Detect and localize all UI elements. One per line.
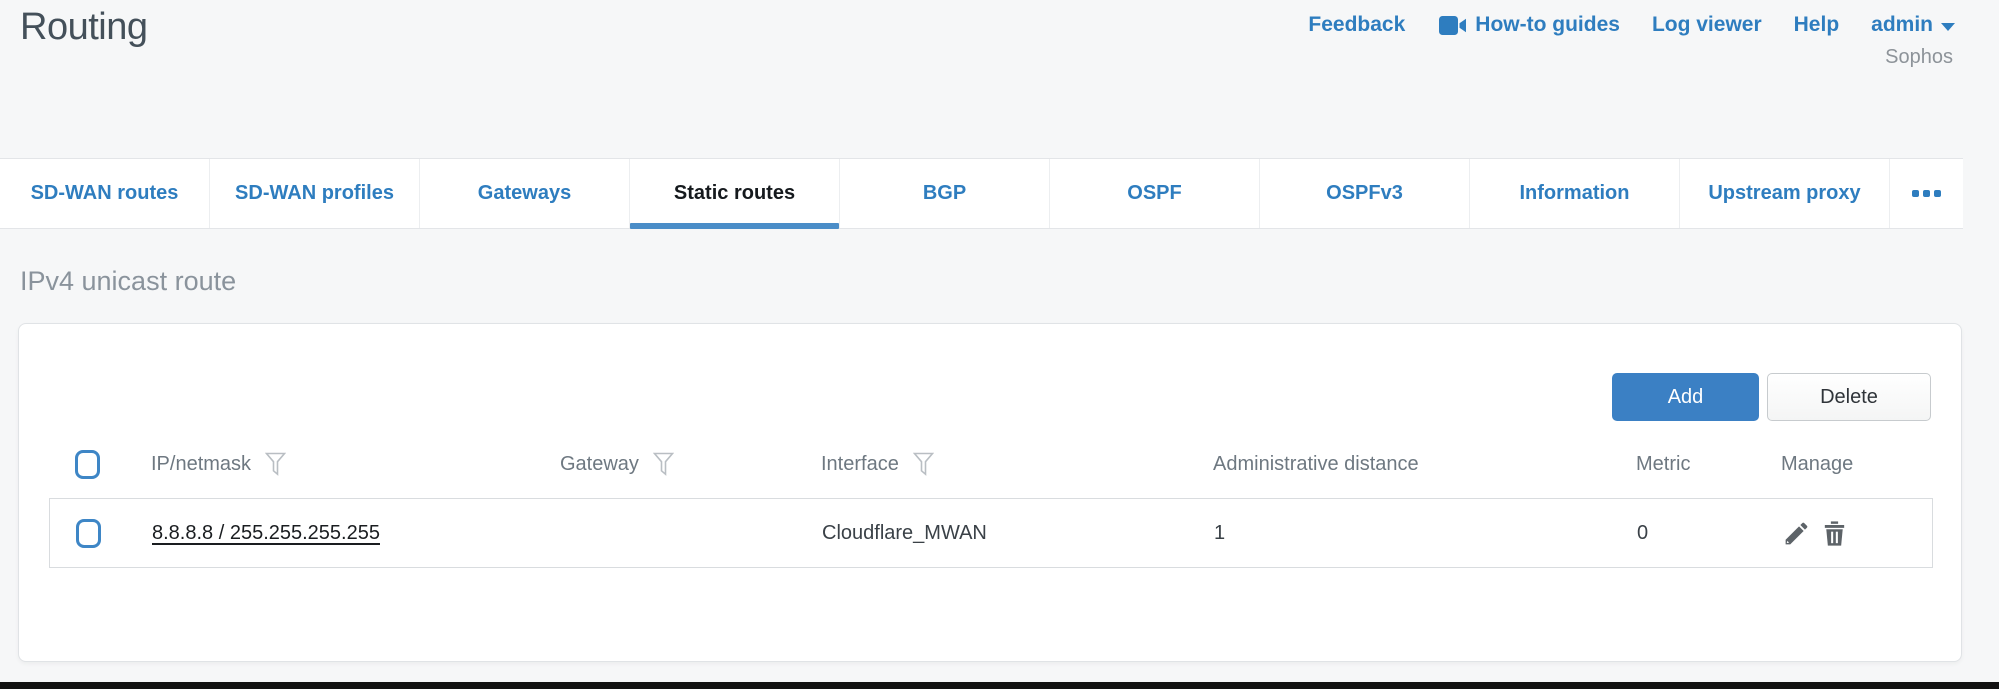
- tab-ospf[interactable]: OSPF: [1050, 159, 1260, 228]
- feedback-link[interactable]: Feedback: [1308, 13, 1405, 37]
- table-row: 8.8.8.8 / 255.255.255.255 Cloudflare_MWA…: [49, 498, 1933, 568]
- chevron-down-icon: [1941, 23, 1955, 31]
- top-utility-nav: Feedback How-to guides Log viewer Help a…: [1308, 13, 1955, 37]
- tab-upstream-proxy[interactable]: Upstream proxy: [1680, 159, 1890, 228]
- tab-ospfv3[interactable]: OSPFv3: [1260, 159, 1470, 228]
- delete-trash-icon[interactable]: [1820, 519, 1849, 548]
- tab-gateways[interactable]: Gateways: [420, 159, 630, 228]
- header-gateway-label: Gateway: [560, 453, 639, 476]
- window-bottom-edge: [0, 682, 1999, 689]
- table-toolbar: Add Delete: [1612, 373, 1931, 421]
- ipv4-route-card: Add Delete IP/netmask Gateway Interfac: [18, 323, 1962, 662]
- row-checkbox[interactable]: [76, 519, 101, 548]
- ellipsis-icon: [1912, 190, 1919, 197]
- header-ip-netmask: IP/netmask: [121, 452, 530, 477]
- select-all-checkbox[interactable]: [75, 450, 100, 479]
- filter-funnel-icon[interactable]: [913, 452, 934, 477]
- header-admin-distance-label: Administrative distance: [1213, 453, 1419, 476]
- row-checkbox-cell: [50, 519, 122, 548]
- header-manage-label: Manage: [1781, 453, 1853, 476]
- routing-page: Routing Feedback How-to guides Log viewe…: [0, 0, 1999, 689]
- tab-static-routes[interactable]: Static routes: [630, 159, 840, 228]
- table-header-row: IP/netmask Gateway Interface Administrat…: [49, 437, 1933, 492]
- edit-pencil-icon[interactable]: [1782, 519, 1811, 548]
- header-checkbox-cell: [49, 450, 121, 479]
- tab-bgp[interactable]: BGP: [840, 159, 1050, 228]
- header-metric-label: Metric: [1636, 453, 1690, 476]
- row-interface-cell: Cloudflare_MWAN: [792, 522, 1184, 545]
- tab-information[interactable]: Information: [1470, 159, 1680, 228]
- filter-funnel-icon[interactable]: [653, 452, 674, 477]
- section-title: IPv4 unicast route: [20, 266, 236, 297]
- filter-funnel-icon[interactable]: [265, 452, 286, 477]
- howto-guides-label: How-to guides: [1475, 13, 1620, 37]
- more-tabs-button[interactable]: [1890, 159, 1963, 228]
- row-ip-netmask-cell: 8.8.8.8 / 255.255.255.255: [122, 522, 531, 545]
- user-menu-label: admin: [1871, 13, 1933, 37]
- row-admin-distance-cell: 1: [1184, 522, 1607, 545]
- page-title: Routing: [20, 6, 147, 49]
- header-manage: Manage: [1751, 453, 1933, 476]
- header-interface-label: Interface: [821, 453, 899, 476]
- header-metric: Metric: [1606, 453, 1751, 476]
- howto-guides-link[interactable]: How-to guides: [1437, 13, 1620, 37]
- video-camera-icon: [1437, 15, 1467, 36]
- tab-sd-wan-routes[interactable]: SD-WAN routes: [0, 159, 210, 228]
- brand-label: Sophos: [1885, 46, 1953, 69]
- header-admin-distance: Administrative distance: [1183, 453, 1606, 476]
- header-gateway: Gateway: [530, 452, 791, 477]
- row-manage-cell: [1752, 519, 1932, 548]
- tab-sd-wan-profiles[interactable]: SD-WAN profiles: [210, 159, 420, 228]
- routing-tabbar: SD-WAN routes SD-WAN profiles Gateways S…: [0, 158, 1963, 229]
- add-button[interactable]: Add: [1612, 373, 1759, 421]
- row-metric-cell: 0: [1607, 522, 1752, 545]
- log-viewer-link[interactable]: Log viewer: [1652, 13, 1762, 37]
- user-menu[interactable]: admin: [1871, 13, 1955, 37]
- help-link[interactable]: Help: [1794, 13, 1840, 37]
- header-ip-netmask-label: IP/netmask: [151, 453, 251, 476]
- header-interface: Interface: [791, 452, 1183, 477]
- delete-button[interactable]: Delete: [1767, 373, 1931, 421]
- route-link[interactable]: 8.8.8.8 / 255.255.255.255: [152, 522, 380, 545]
